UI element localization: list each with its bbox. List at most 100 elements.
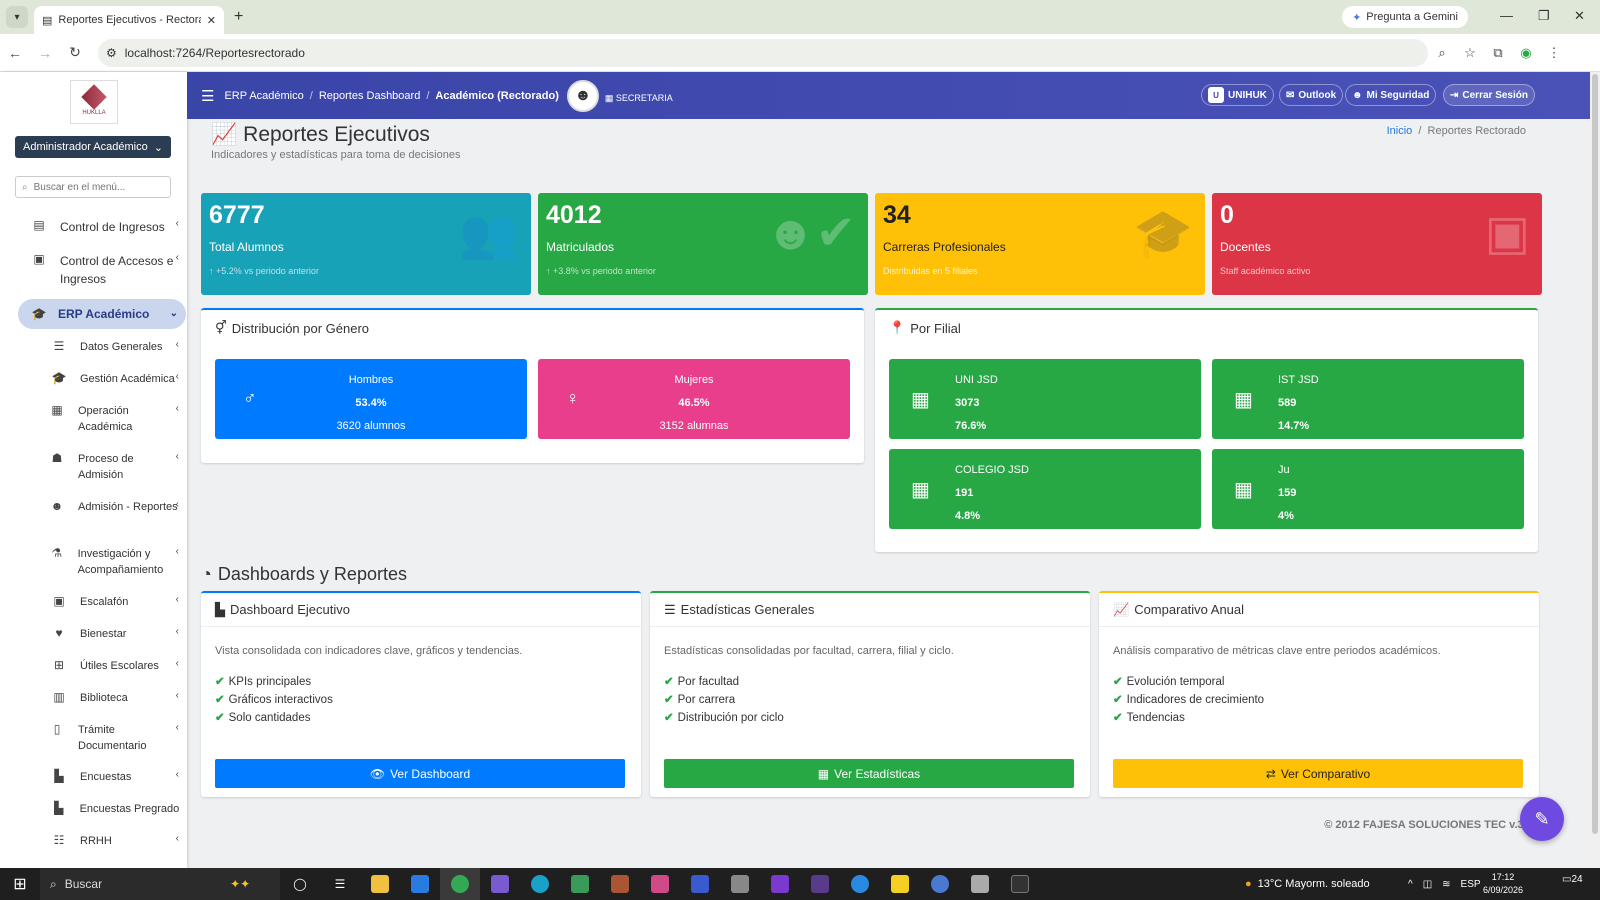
avatar[interactable]: ☻ bbox=[566, 79, 599, 112]
terminal-icon[interactable] bbox=[1000, 868, 1040, 900]
chevron-left-icon: ‹ bbox=[175, 594, 179, 605]
url-field[interactable]: ⚙ localhost:7264/Reportesrectorado bbox=[98, 38, 1428, 67]
sidebar-item-admision-reportes[interactable]: ☻ Admisión - Reportes ‹ bbox=[0, 499, 187, 515]
edge-icon[interactable] bbox=[520, 868, 560, 900]
tachometer-icon: ◔ bbox=[201, 564, 212, 584]
check-icon: ✔ bbox=[664, 694, 674, 706]
section-title: ◔ Dashboards y Reportes bbox=[201, 564, 407, 584]
sidebar-item-erp-academico[interactable]: 🎓 ERP Académico ⌄ bbox=[18, 299, 186, 329]
building-icon: ▦ bbox=[911, 479, 930, 501]
sidebar-item-biblioteca[interactable]: ▥ Biblioteca ‹ bbox=[0, 690, 187, 706]
sidebar-item-rrhh[interactable]: ☷ RRHH ‹ bbox=[0, 833, 187, 849]
sidebar-item-encuestas-pregrado[interactable]: ▙ Encuestas Pregrado bbox=[0, 801, 187, 817]
gemini-button[interactable]: ✦ Pregunta a Gemini bbox=[1342, 6, 1468, 28]
windows-start-icon[interactable]: ⊞ bbox=[0, 874, 40, 894]
crumb-erp[interactable]: ERP Académico bbox=[224, 90, 303, 102]
tab-list-button[interactable]: ▾ bbox=[6, 6, 28, 28]
hamburger-icon[interactable]: ☰ bbox=[201, 87, 214, 105]
user-shield-icon: ☻ bbox=[1352, 89, 1363, 101]
site-info-icon[interactable]: ⚙ bbox=[106, 46, 117, 60]
logout-button[interactable]: ⇥ Cerrar Sesión bbox=[1443, 84, 1535, 106]
minimize-icon[interactable]: — bbox=[1500, 8, 1513, 23]
sticky-notes-icon[interactable] bbox=[880, 868, 920, 900]
zoom-icon[interactable]: ⌕ bbox=[1428, 45, 1456, 61]
bookmark-star-icon[interactable]: ☆ bbox=[1456, 45, 1484, 61]
browser-menu-icon[interactable]: ⋮ bbox=[1540, 45, 1568, 61]
chevron-up-icon[interactable]: ^ bbox=[1408, 879, 1413, 890]
back-icon[interactable]: ← bbox=[0, 45, 30, 61]
sidebar-item-control-ingresos[interactable]: ▤ Control de Ingresos ‹ bbox=[0, 218, 187, 236]
main-content: 📈 Reportes Ejecutivos Indicadores y estad… bbox=[187, 119, 1600, 868]
heart-icon: ♥ bbox=[55, 626, 63, 640]
crumb-reportes[interactable]: Reportes Dashboard bbox=[319, 90, 421, 102]
breadcrumb-home[interactable]: Inicio bbox=[1387, 125, 1413, 137]
file-explorer-icon[interactable] bbox=[360, 868, 400, 900]
chevron-left-icon: ‹ bbox=[175, 833, 179, 844]
chrome-icon[interactable] bbox=[440, 868, 480, 900]
app-icon[interactable] bbox=[720, 868, 760, 900]
tab-close-icon[interactable]: ✕ bbox=[207, 14, 216, 27]
extensions-icon[interactable]: ⧉ bbox=[1484, 45, 1512, 61]
clock[interactable]: 17:12 6/09/2026 bbox=[1483, 871, 1523, 897]
weather-widget[interactable]: ● 13°C Mayorm. soleado bbox=[1245, 868, 1370, 900]
search-icon: ⌕ bbox=[50, 876, 57, 891]
check-icon: ✔ bbox=[215, 676, 225, 688]
app-icon[interactable] bbox=[960, 868, 1000, 900]
sidebar-item-bienestar[interactable]: ♥ Bienestar ‹ bbox=[0, 626, 187, 642]
app-icon[interactable] bbox=[920, 868, 960, 900]
outlook-button[interactable]: ✉ Outlook bbox=[1279, 84, 1344, 106]
sidebar-item-gestion-academica[interactable]: 🎓 Gestión Académica ‹ bbox=[0, 371, 187, 387]
visual-studio-icon[interactable] bbox=[760, 868, 800, 900]
forward-icon[interactable]: → bbox=[30, 45, 60, 61]
ver-estadisticas-button[interactable]: ▦ Ver Estadísticas bbox=[664, 759, 1074, 788]
notification-icon[interactable]: ▭24 bbox=[1562, 874, 1583, 885]
ver-dashboard-button[interactable]: 👁 Ver Dashboard bbox=[215, 759, 625, 788]
security-button[interactable]: ☻ Mi Seguridad bbox=[1345, 84, 1437, 106]
role-select[interactable]: Administrador Académico ⌄ bbox=[15, 136, 171, 158]
ver-comparativo-button[interactable]: ⇄ Ver Comparativo bbox=[1113, 759, 1523, 788]
language-label[interactable]: ESP bbox=[1461, 879, 1481, 890]
header-breadcrumb: ERP Académico / Reportes Dashboard / Acadé… bbox=[224, 89, 559, 102]
app-icon[interactable] bbox=[680, 868, 720, 900]
sidebar-item-investigacion[interactable]: ⚗ Investigación y Acompañamiento ‹ bbox=[0, 546, 187, 578]
reload-icon[interactable]: ↻ bbox=[60, 44, 90, 61]
sidebar-item-operacion-academica[interactable]: ▦ Operación Académica ‹ bbox=[0, 403, 187, 435]
browser-tab[interactable]: ▤ Reportes Ejecutivos - Rectorado ✕ bbox=[34, 6, 224, 34]
close-window-icon[interactable]: ✕ bbox=[1574, 8, 1585, 24]
scrollbar[interactable] bbox=[1590, 72, 1600, 868]
chart-line-icon: 📈 bbox=[211, 123, 238, 146]
list-item: ✔ Por facultad bbox=[664, 676, 740, 688]
restore-icon[interactable]: ❐ bbox=[1538, 8, 1550, 24]
sidebar-item-utiles-escolares[interactable]: ⊞ Útiles Escolares ‹ bbox=[0, 658, 187, 674]
sidebar-item-datos-generales[interactable]: ☰ Datos Generales ‹ bbox=[0, 339, 187, 355]
taskbar-search[interactable]: ⌕ Buscar ✦✦ bbox=[40, 868, 280, 900]
new-tab-button[interactable]: + bbox=[234, 8, 243, 26]
widgets-icon[interactable]: ☰ bbox=[320, 868, 360, 900]
sidebar-item-encuestas[interactable]: ▙ Encuestas ‹ bbox=[0, 769, 187, 785]
stat-matriculados: 4012 Matriculados ↑ +3.8% vs periodo ant… bbox=[538, 193, 868, 295]
sidebar-item-tramite-documentario[interactable]: ▯ Trámite Documentario ‹ bbox=[0, 722, 187, 754]
sidebar-item-escalafon[interactable]: ▣ Escalafón ‹ bbox=[0, 594, 187, 610]
app-icon[interactable] bbox=[640, 868, 680, 900]
app-icon[interactable] bbox=[400, 868, 440, 900]
app-icon[interactable] bbox=[480, 868, 520, 900]
book-icon: ▥ bbox=[53, 690, 65, 704]
sidebar-item-proceso-admision[interactable]: ☗ Proceso de Admisión ‹ bbox=[0, 451, 187, 483]
wifi-icon[interactable]: ≋ bbox=[1442, 879, 1450, 890]
sidebar-item-control-accesos[interactable]: ▣ Control de Accesos e Ingresos ‹ bbox=[0, 252, 187, 288]
task-view-icon[interactable]: ◯ bbox=[280, 868, 320, 900]
check-icon: ✔ bbox=[664, 712, 674, 724]
list-item: ✔ Evolución temporal bbox=[1113, 676, 1225, 688]
app-icon[interactable] bbox=[600, 868, 640, 900]
app-icon[interactable] bbox=[840, 868, 880, 900]
app-icon[interactable] bbox=[560, 868, 600, 900]
tab-title: Reportes Ejecutivos - Rectorado bbox=[58, 14, 200, 26]
app-icon[interactable] bbox=[800, 868, 840, 900]
graduation-cap-icon: 🎓 bbox=[1133, 208, 1193, 261]
chart-area-icon: ▙ bbox=[215, 601, 225, 617]
network-icon[interactable]: ◫ bbox=[1423, 879, 1432, 890]
unihuk-button[interactable]: U UNIHUK bbox=[1201, 84, 1274, 106]
profile-icon[interactable]: ◉ bbox=[1512, 45, 1540, 61]
magic-wand-button[interactable]: ✎ bbox=[1520, 797, 1564, 841]
menu-search-input[interactable] bbox=[33, 181, 154, 193]
